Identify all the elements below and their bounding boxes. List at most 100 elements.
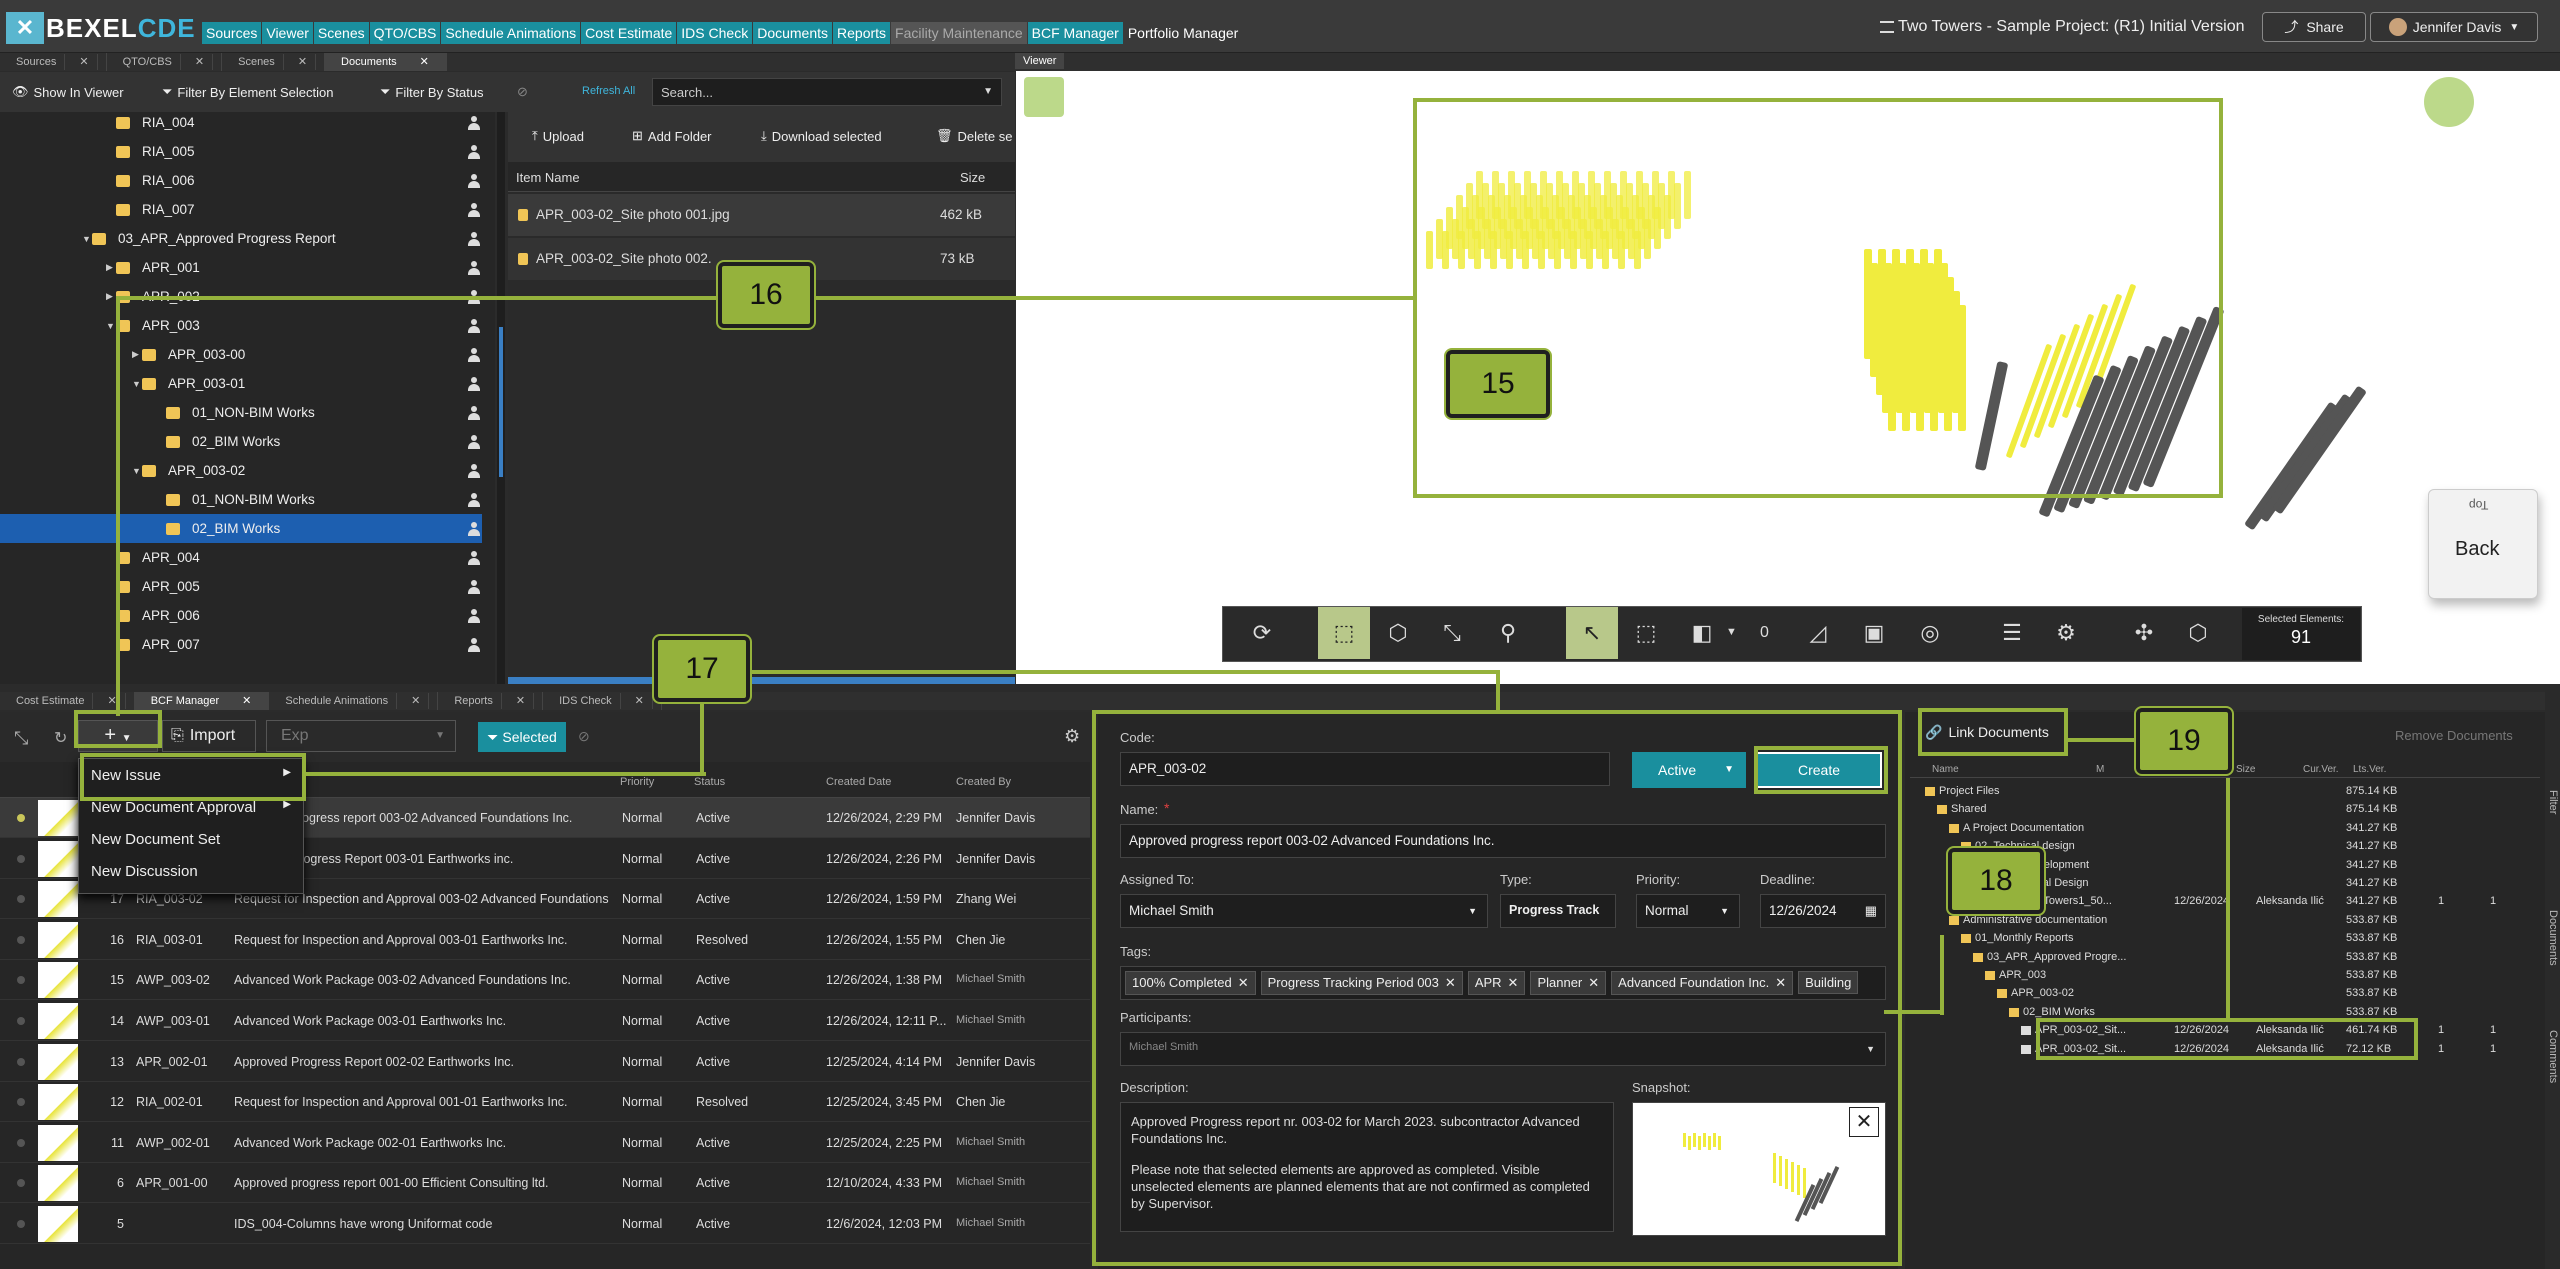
caret-down-icon[interactable]: ▼ <box>132 466 141 476</box>
caret-right-icon[interactable]: ▶ <box>106 291 113 302</box>
table-row[interactable]: 16 RIA_003-01 Request for Inspection and A… <box>0 920 1090 960</box>
doc-tree-row[interactable]: A Project Documentation 341.27 KB <box>1912 821 2532 839</box>
tree-item[interactable]: RIA_004 <box>0 112 490 137</box>
table-row[interactable]: 13 APR_002-01 Approved Progress Report 002… <box>0 1042 1090 1082</box>
docs-column-header[interactable]: Lts.Ver. <box>2353 764 2386 775</box>
filter-by-status-button[interactable]: ⏷ Filter By Status <box>380 84 484 100</box>
user-icon[interactable] <box>467 377 481 391</box>
measure-icon[interactable]: ◿ <box>1792 607 1844 659</box>
file-list-hscroll[interactable] <box>508 677 1015 684</box>
user-icon[interactable] <box>467 464 481 478</box>
pointer-icon[interactable]: ↖ <box>1566 607 1618 659</box>
cube-icon[interactable]: ⬡ <box>1372 607 1424 659</box>
collapse-icon[interactable]: ⤡ <box>1426 607 1478 659</box>
selected-filter-button[interactable]: ⏷ Selected <box>478 722 566 752</box>
module-tab[interactable]: Facility Maintenance <box>891 22 1027 44</box>
user-icon[interactable] <box>467 638 481 652</box>
upload-button[interactable]: ⤒ Upload <box>532 128 584 144</box>
user-icon[interactable] <box>467 232 481 246</box>
docs-column-header[interactable]: Name <box>1932 764 1959 775</box>
doc-tree-row[interactable]: Administrative documentation 533.87 KB <box>1912 913 2532 931</box>
user-icon[interactable] <box>467 319 481 333</box>
user-icon[interactable] <box>467 493 481 507</box>
close-icon[interactable]: ✕ <box>403 693 430 709</box>
user-icon[interactable] <box>467 435 481 449</box>
isolate-icon[interactable]: ⬡ <box>2172 607 2224 659</box>
tree-item[interactable]: APR_006 <box>0 601 490 630</box>
module-tab[interactable]: BCF Manager <box>1027 22 1123 44</box>
explode-icon[interactable]: ✣ <box>2118 607 2170 659</box>
refresh-all-link[interactable]: Refresh All <box>582 85 635 97</box>
col-item-name[interactable]: Item Name <box>516 170 580 185</box>
filter-by-selection-button[interactable]: ⏷ Filter By Element Selection <box>162 84 333 100</box>
tree-item[interactable]: RIA_006 <box>0 166 490 195</box>
box-select-icon[interactable]: ⬚ <box>1620 607 1672 659</box>
user-icon[interactable] <box>467 580 481 594</box>
module-tab[interactable]: QTO/CBS <box>369 22 441 44</box>
close-icon[interactable]: ✕ <box>411 54 438 70</box>
module-tab[interactable]: IDS Check <box>677 22 753 44</box>
image-icon[interactable]: ▣ <box>1848 607 1900 659</box>
tree-item[interactable]: RIA_007 <box>0 195 490 224</box>
docs-column-header[interactable]: Size <box>2236 764 2255 775</box>
caret-down-icon[interactable]: ▼ <box>106 321 115 331</box>
user-icon[interactable] <box>467 116 481 130</box>
share-button[interactable]: ⤴ Share <box>2262 12 2366 42</box>
user-icon[interactable] <box>467 261 481 275</box>
tree-item[interactable]: 01_NON-BIM Works <box>0 398 490 427</box>
chevron-down-icon[interactable]: ▼ <box>1726 626 1737 638</box>
tree-item[interactable]: APR_004 <box>0 543 490 572</box>
doc-tree-row[interactable]: 03_APR_Approved Progre... 533.87 KB <box>1912 950 2532 968</box>
close-icon[interactable]: ✕ <box>626 693 653 709</box>
table-row[interactable]: 11 AWP_002-01 Advanced Work Package 002-01… <box>0 1123 1090 1163</box>
side-tab[interactable]: Documents <box>2547 910 2559 966</box>
cube-back-face[interactable]: Back <box>2455 538 2499 561</box>
grid-column-header[interactable]: Status <box>694 776 725 788</box>
gear-icon[interactable]: ⚙ <box>2040 607 2092 659</box>
grid-column-header[interactable]: Created By <box>956 776 1011 788</box>
table-row[interactable]: 5 IDS_004-Columns have wrong Uniformat co… <box>0 1204 1090 1244</box>
user-icon[interactable] <box>467 348 481 362</box>
doc-tree-row[interactable]: Project Files 875.14 KB <box>1912 784 2532 802</box>
tree-item[interactable]: APR_005 <box>0 572 490 601</box>
close-icon[interactable]: ✕ <box>186 54 214 70</box>
import-button[interactable]: ⎘ Import <box>162 720 256 752</box>
doc-tree-row[interactable]: APR_003 533.87 KB <box>1912 968 2532 986</box>
tree-item[interactable]: 02_BIM Works <box>0 427 490 456</box>
close-icon[interactable]: ✕ <box>71 54 98 70</box>
menu-item[interactable]: New Document Approval ▶ <box>91 799 291 816</box>
export-dropdown[interactable]: Exp ▼ <box>266 720 456 752</box>
caret-down-icon[interactable]: ▼ <box>132 379 141 389</box>
tab-viewer[interactable]: Viewer <box>1015 53 1065 69</box>
tree-item[interactable]: ▼ APR_003 <box>0 311 490 340</box>
tree-item[interactable]: 01_NON-BIM Works <box>0 485 490 514</box>
tab-item[interactable]: Sources ✕ <box>0 53 107 71</box>
caret-right-icon[interactable]: ▶ <box>106 262 113 273</box>
select-mode-icon[interactable]: ⬚ <box>1318 607 1370 659</box>
user-menu[interactable]: Jennifer Davis ▼ <box>2370 12 2538 42</box>
user-icon[interactable] <box>467 406 481 420</box>
doc-tree-row[interactable]: Shared 875.14 KB <box>1912 802 2532 820</box>
refresh-icon[interactable]: ↻ <box>54 728 67 748</box>
tab-item[interactable]: Cost Estimate ✕ <box>0 692 135 710</box>
tab-item[interactable]: QTO/CBS ✕ <box>107 53 223 71</box>
docs-column-header[interactable]: Cur.Ver. <box>2303 764 2339 775</box>
delete-button[interactable]: 🗑 Delete se <box>936 128 1012 144</box>
caret-down-icon[interactable]: ▼ <box>82 234 91 244</box>
tree-item[interactable]: ▶ APR_003-00 <box>0 340 490 369</box>
remove-documents-button[interactable]: Remove Documents <box>2395 728 2513 743</box>
grid-column-header[interactable]: Created Date <box>826 776 891 788</box>
tab-item[interactable]: Scenes ✕ <box>222 53 326 71</box>
user-icon[interactable] <box>467 145 481 159</box>
menu-item[interactable]: New Document Set <box>91 831 291 848</box>
doc-tree-row[interactable]: 01_Monthly Reports 533.87 KB <box>1912 931 2532 949</box>
user-icon[interactable] <box>467 609 481 623</box>
module-tab[interactable]: Scenes <box>313 22 369 44</box>
col-size[interactable]: Size <box>960 170 985 185</box>
tab-item[interactable]: Reports ✕ <box>438 692 544 710</box>
close-icon[interactable]: ✕ <box>99 693 126 709</box>
project-menu-icon[interactable] <box>1880 21 1894 33</box>
menu-item[interactable]: New Discussion <box>91 863 291 880</box>
tree-item[interactable]: APR_007 <box>0 630 490 659</box>
caret-right-icon[interactable]: ▶ <box>132 349 139 360</box>
